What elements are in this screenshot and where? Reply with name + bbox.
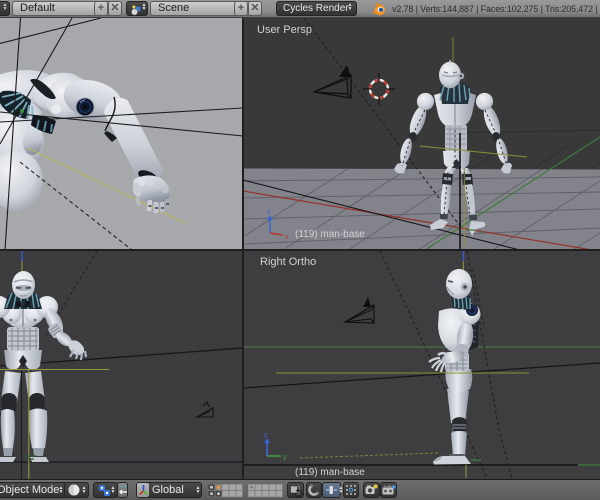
svg-text:User Persp: User Persp [257, 24, 312, 36]
svg-text:(119) man-base: (119) man-base [295, 467, 365, 478]
svg-text:z: z [267, 209, 271, 216]
svg-text:Right Ortho: Right Ortho [260, 256, 316, 268]
svg-text:(119) man-base: (119) man-base [295, 229, 365, 240]
svg-text:x: x [285, 234, 289, 241]
svg-text:y: y [283, 454, 287, 461]
svg-text:z: z [264, 432, 268, 439]
